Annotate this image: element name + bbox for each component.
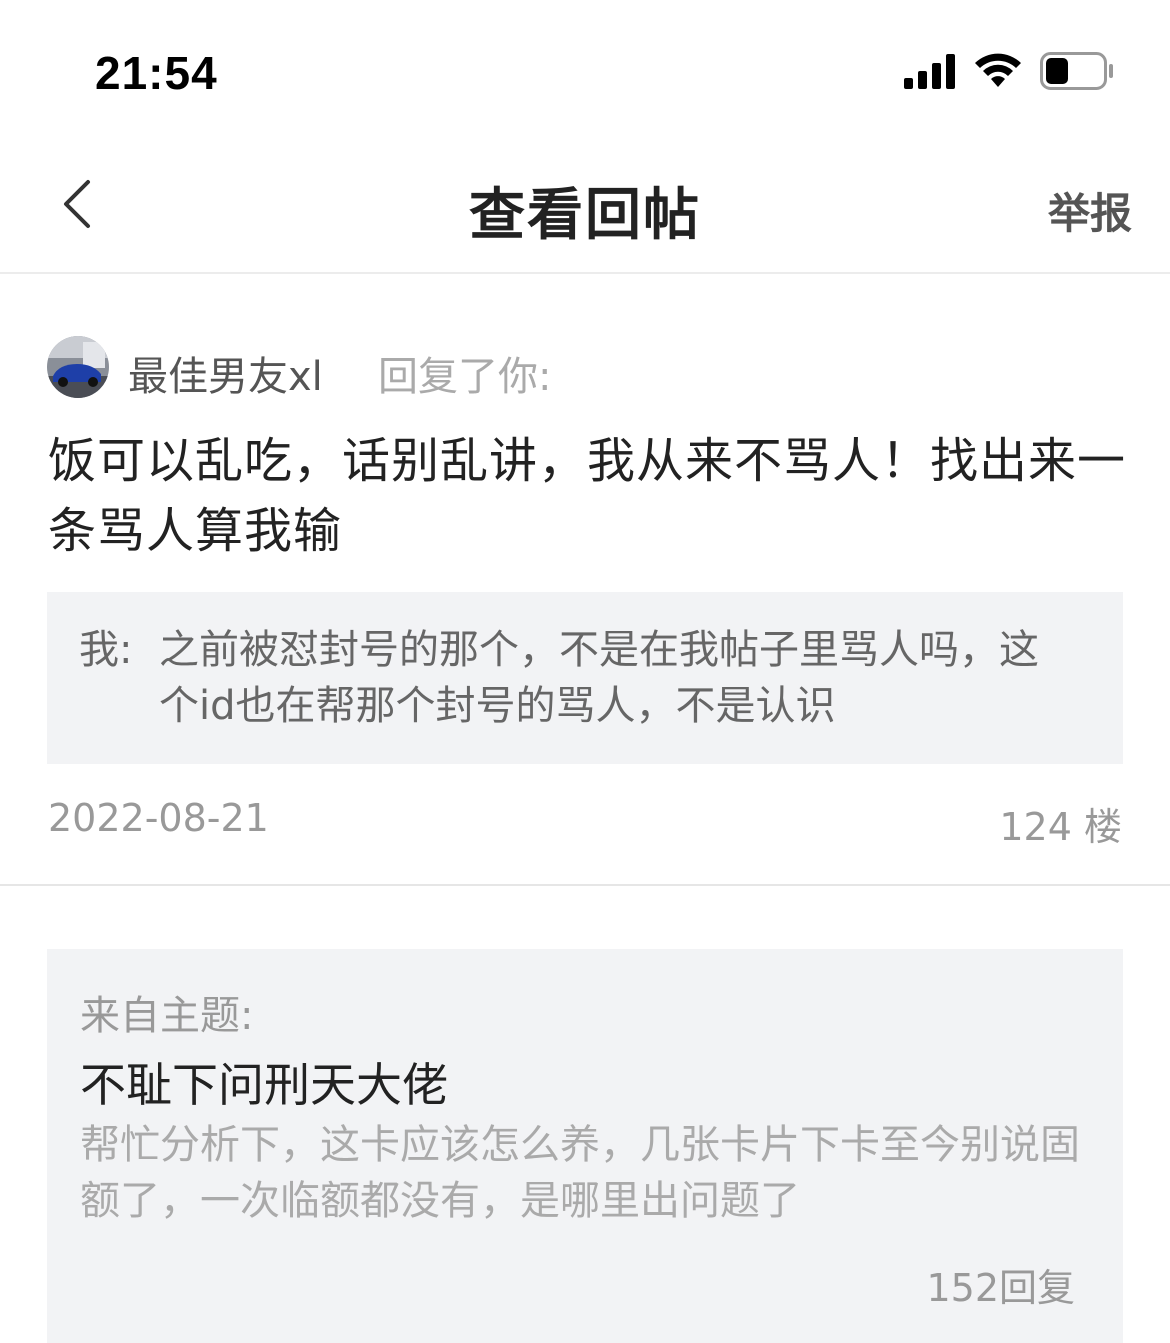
reply-card: 最佳男友xl 回复了你: 饭可以乱吃，话别乱讲，我从来不骂人！找出来一条骂人算我… [0, 274, 1170, 886]
floor-number: 124 楼 [999, 805, 1122, 849]
topic-from-label: 来自主题: [80, 993, 254, 1039]
battery-icon [1040, 52, 1113, 90]
source-topic-card[interactable]: 来自主题: 不耻下问刑天大佬 帮忙分析下，这卡应该怎么养，几张卡片下卡至今别说固… [47, 949, 1123, 1343]
post-date: 2022-08-21 [48, 796, 269, 840]
report-button[interactable]: 举报 [1048, 180, 1132, 241]
user-name[interactable]: 最佳男友xl [128, 344, 323, 402]
status-icons [904, 52, 1114, 90]
wifi-icon [975, 53, 1021, 87]
reply-content: 饭可以乱吃，话别乱讲，我从来不骂人！找出来一条骂人算我输 [48, 433, 1127, 559]
topic-excerpt: 帮忙分析下，这卡应该怎么养，几张卡片下卡至今别说固额了，一次临额都没有，是哪里出… [80, 1122, 1080, 1224]
topic-reply-count: 152回复 [926, 1266, 1075, 1310]
status-bar: 21:54 [0, 0, 1170, 140]
battery-fill [1046, 58, 1068, 84]
nav-bar: 查看回帖 举报 [0, 140, 1170, 274]
quote-text: 之前被怼封号的那个，不是在我帖子里骂人吗，这个id也在帮那个封号的骂人，不是认识 [159, 627, 1039, 729]
topic-title: 不耻下问刑天大佬 [80, 1058, 448, 1112]
cellular-signal-icon [904, 54, 955, 89]
quoted-message[interactable]: 我: 之前被怼封号的那个，不是在我帖子里骂人吗，这个id也在帮那个封号的骂人，不… [47, 592, 1123, 764]
status-time: 21:54 [95, 47, 218, 99]
avatar-image [47, 336, 109, 398]
page-title: 查看回帖 [469, 183, 701, 248]
avatar[interactable] [47, 336, 109, 398]
quote-prefix: 我: [79, 627, 133, 673]
reply-action-text: 回复了你: [378, 354, 552, 400]
